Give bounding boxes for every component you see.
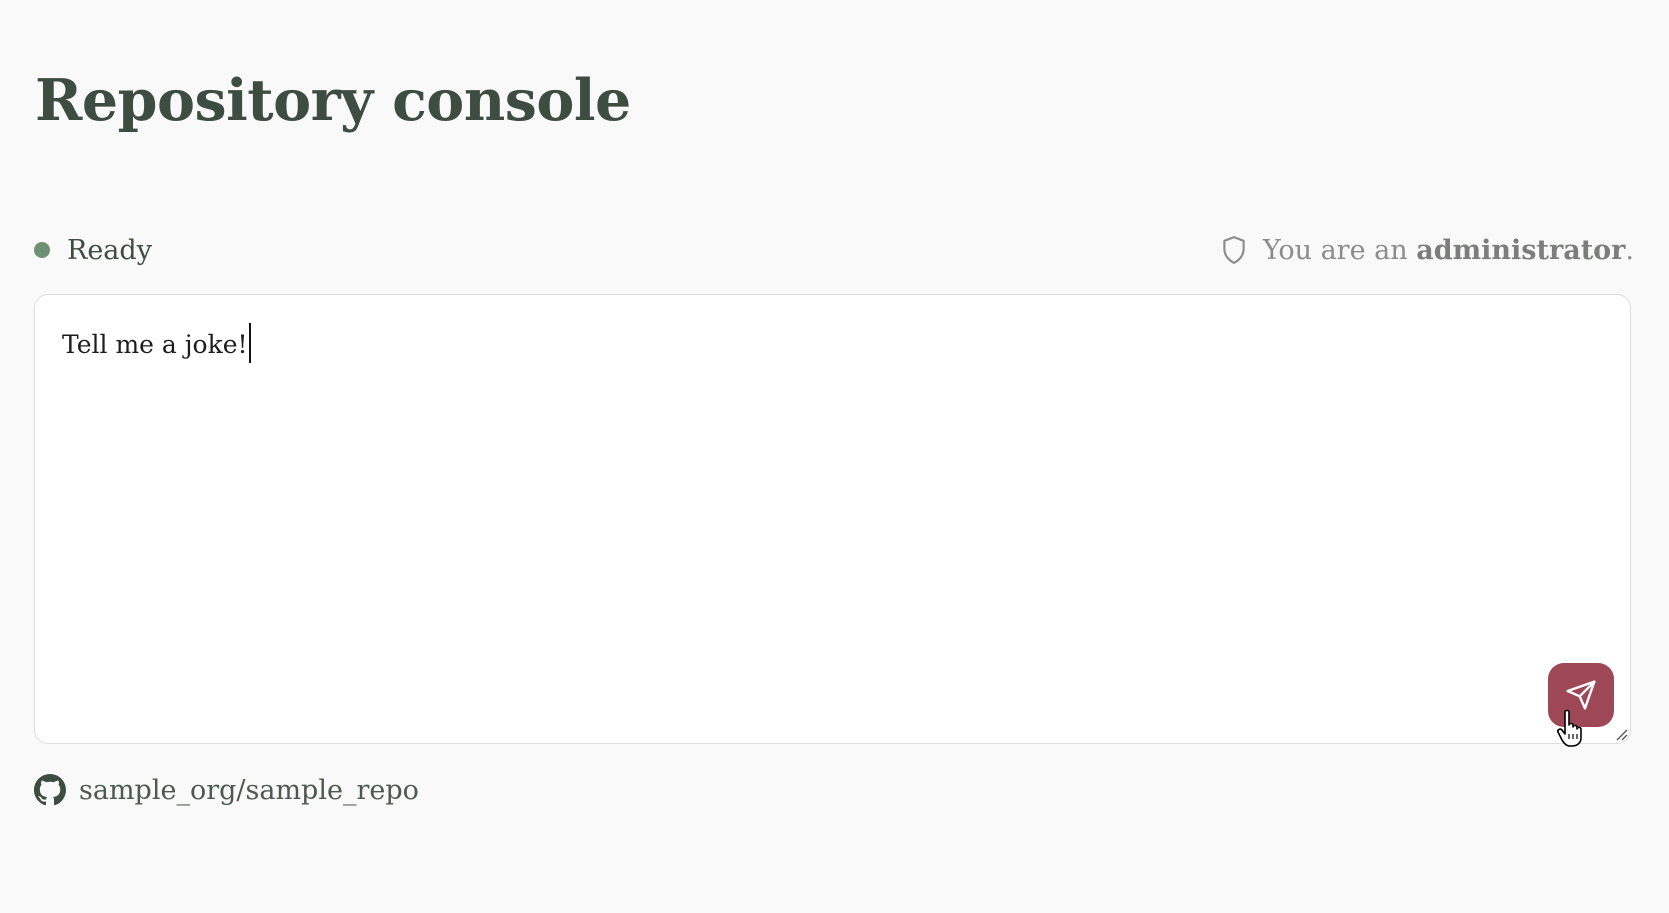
prompt-input-text[interactable]: Tell me a joke! bbox=[62, 323, 251, 363]
resize-handle-icon[interactable] bbox=[1612, 725, 1628, 741]
status-label: Ready bbox=[67, 234, 152, 266]
prompt-textarea[interactable]: Tell me a joke! bbox=[34, 294, 1631, 744]
send-button[interactable] bbox=[1548, 663, 1614, 727]
role-prefix: You are an bbox=[1262, 234, 1408, 266]
prompt-value: Tell me a joke! bbox=[62, 330, 248, 359]
repository-info: sample_org/sample_repo bbox=[34, 772, 419, 808]
text-caret bbox=[248, 323, 251, 363]
role-suffix: . bbox=[1625, 234, 1634, 266]
role-notice: You are an administrator. bbox=[1221, 230, 1634, 270]
status-indicator: Ready bbox=[34, 230, 152, 270]
status-bar: Ready You are an administrator. bbox=[34, 230, 1634, 270]
send-icon bbox=[1566, 680, 1596, 710]
repository-link[interactable]: sample_org/sample_repo bbox=[79, 775, 419, 806]
status-dot bbox=[34, 242, 50, 258]
page-title: Repository console bbox=[35, 67, 631, 134]
role-name: administrator bbox=[1416, 234, 1626, 266]
shield-icon bbox=[1223, 236, 1245, 264]
github-icon bbox=[34, 774, 66, 806]
